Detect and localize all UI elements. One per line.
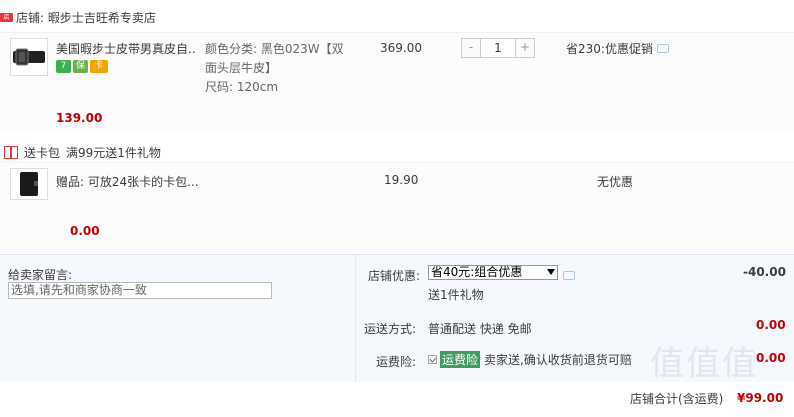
shop-header: 店 店铺: 暇步士吉旺希专卖店: [0, 8, 156, 26]
gift-subtotal: 0.00: [70, 224, 100, 238]
sku-color: 颜色分类: 黑色023W【双面头层牛皮】: [205, 42, 344, 75]
insurance-text: 卖家送,确认收货前退货可赔: [484, 353, 632, 367]
card-icon: 卡: [90, 60, 108, 73]
shipping-label: 运送方式:: [363, 322, 416, 336]
insurance-amount: 0.00: [756, 351, 786, 365]
insurance-tag: 运费险: [440, 351, 481, 368]
gift-rule: 满99元送1件礼物: [66, 146, 161, 160]
shop-total-label: 店铺合计(含运费): [630, 392, 724, 406]
insurance-checkbox[interactable]: [428, 355, 437, 364]
gift-promo: 无优惠: [597, 175, 634, 189]
shop-discount-label: 店铺优惠:: [367, 269, 420, 283]
shipping-amount: 0.00: [756, 318, 786, 332]
sku-size: 尺码: 120cm: [205, 80, 279, 94]
gift-title: 送卡包: [24, 146, 61, 160]
service-badges: 7 保 卡: [56, 60, 108, 73]
shop-discount-select[interactable]: 省40元:组合优惠: [428, 265, 558, 280]
insurance-option[interactable]: 运费险 卖家送,确认收货前退货可赔: [428, 351, 632, 368]
promo-text: 省230:优惠促销: [566, 42, 653, 56]
gift-image[interactable]: [10, 168, 48, 200]
shop-icon: 店: [0, 12, 13, 22]
product-image[interactable]: [10, 38, 48, 76]
seven-day-return-icon: 7: [56, 60, 71, 73]
gift-icon: [4, 146, 18, 159]
promo-info: 省230:优惠促销: [566, 40, 669, 57]
qty-plus-button[interactable]: +: [516, 39, 534, 57]
message-label: 给卖家留言:: [8, 268, 73, 282]
chat-icon[interactable]: [563, 271, 575, 280]
guarantee-icon: 保: [73, 60, 88, 73]
quantity-stepper: - 1 +: [461, 38, 535, 58]
shipping-value: 普通配送 快递 免邮: [428, 322, 532, 336]
shop-total-value: ¥99.00: [737, 391, 784, 405]
shop-discount-amount: -40.00: [743, 265, 786, 279]
shop-discount-selected: 省40元:组合优惠: [431, 265, 523, 279]
message-input[interactable]: 选填,请先和商家协商一致: [8, 282, 272, 299]
shop-discount-gift: 送1件礼物: [428, 288, 484, 302]
item-subtotal: 139.00: [56, 111, 103, 125]
unit-price: 369.00: [380, 41, 422, 55]
quantity-input[interactable]: 1: [480, 39, 516, 57]
insurance-label: 运费险:: [375, 355, 416, 369]
shop-name[interactable]: 店铺: 暇步士吉旺希专卖店: [16, 9, 156, 26]
chat-icon[interactable]: [656, 44, 669, 53]
gift-title-text[interactable]: 赠品: 可放24张卡的卡包...: [56, 173, 199, 190]
qty-minus-button[interactable]: -: [462, 39, 480, 57]
gift-section-header: 送卡包 满99元送1件礼物: [4, 144, 161, 161]
sku-info: 颜色分类: 黑色023W【双面头层牛皮】 尺码: 120cm: [205, 40, 355, 97]
watermark-logo: 值值值: [650, 344, 758, 384]
chevron-down-icon: [547, 269, 555, 275]
gift-unit-price: 19.90: [384, 173, 419, 187]
product-title[interactable]: 美国暇步士皮带男真皮自...: [56, 40, 196, 57]
